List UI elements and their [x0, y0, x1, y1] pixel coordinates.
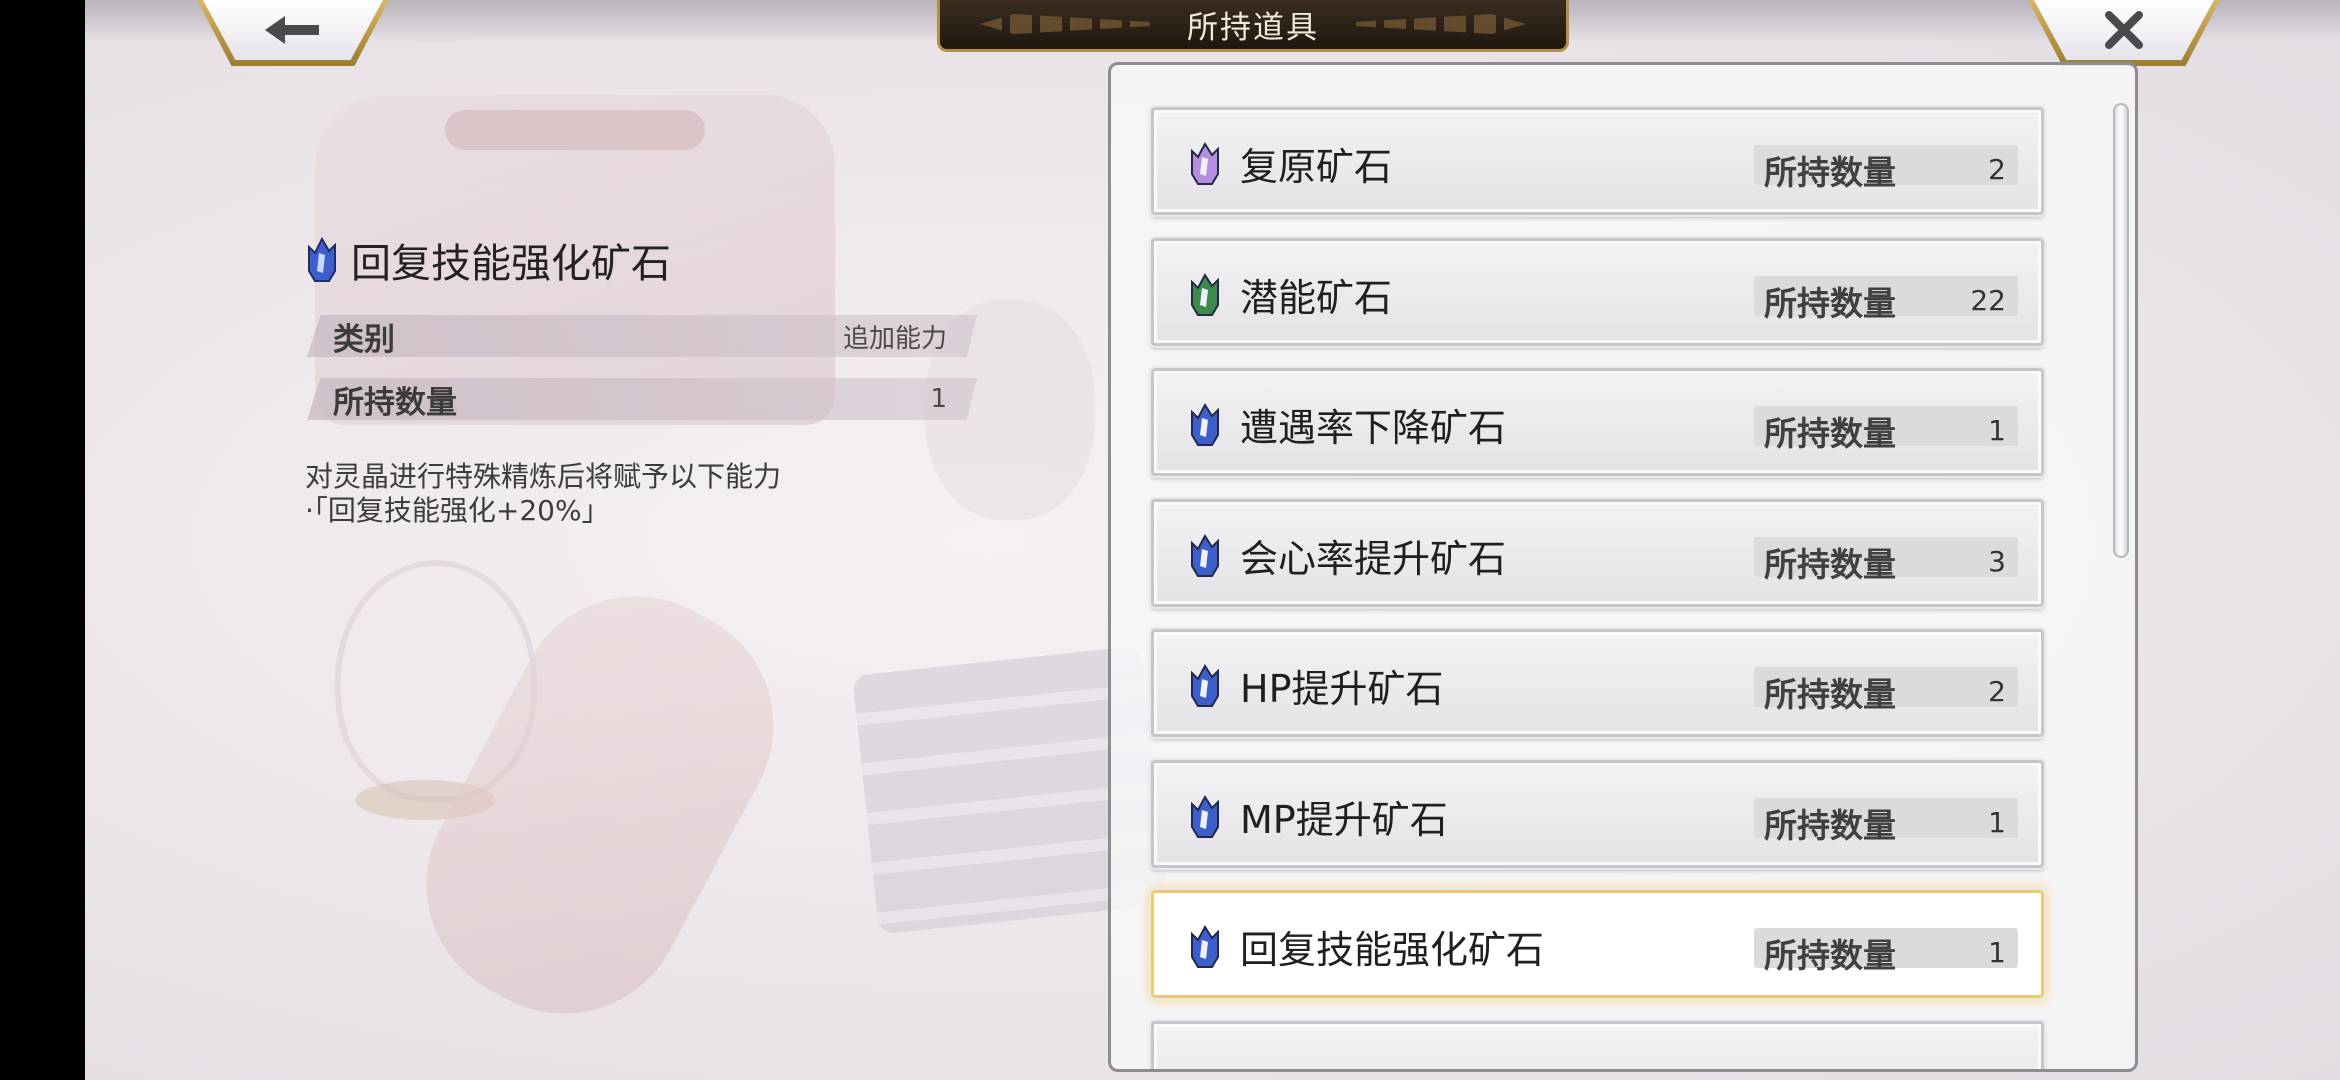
category-value: 追加能力 [842, 323, 947, 354]
item-detail-header: 回复技能强化矿石 [305, 230, 671, 290]
owned-count-box: 所持数量 22 [1754, 275, 2018, 323]
owned-count-label: 所持数量 [1764, 544, 1896, 584]
description-effect-line: ·「回复技能强化+20%」 [305, 494, 610, 527]
purple-crystal-icon [1191, 142, 1219, 185]
list-item[interactable]: MP提升矿石 所持数量 1 [1149, 757, 2046, 870]
close-button[interactable] [2028, 0, 2220, 66]
owned-count-value: 1 [1988, 414, 2006, 447]
owned-count-label: 所持数量 [1764, 414, 1896, 453]
category-row: 类别 追加能力 [307, 315, 977, 357]
blue-crystal-icon [1191, 794, 1219, 838]
blue-crystal-icon [1191, 403, 1219, 446]
owned-count-box: 所持数量 2 [1754, 667, 2018, 714]
game-screen: 所持道具 回复技能强化矿石 类别 追加能力 所持数量 1 对灵晶进行特殊精炼后将… [85, 0, 2340, 1080]
item-name: MP提升矿石 [1240, 797, 1448, 842]
item-name: 回复技能强化矿石 [1240, 928, 1545, 972]
item-name: 潜能矿石 [1240, 275, 1393, 320]
category-label: 类别 [333, 321, 395, 358]
list-item[interactable]: 遭遇率下降矿石 所持数量 1 [1149, 366, 2046, 478]
blue-crystal-icon [1191, 925, 1219, 968]
list-scrollbar[interactable] [2113, 103, 2129, 558]
blue-crystal-icon [308, 237, 336, 282]
owned-count-box: 所持数量 3 [1754, 536, 2018, 584]
item-list-panel: 复原矿石 所持数量 2 潜能矿石 所持数量 22 遭遇率下降矿石 所持数量 1 会心率提升矿石 所持… [1108, 62, 2138, 1072]
list-item[interactable]: 回复技能强化矿石 所持数量 1 [1149, 888, 2046, 1000]
owned-count-value: 1 [1988, 805, 2006, 839]
owned-count-label: 所持数量 [1764, 936, 1896, 975]
item-name: 遭遇率下降矿石 [1240, 406, 1507, 450]
owned-count-box: 所持数量 1 [1754, 406, 2018, 453]
owned-count-label: 所持数量 [1764, 153, 1896, 192]
blue-crystal-icon [1191, 664, 1219, 707]
item-name: 会心率提升矿石 [1240, 536, 1507, 581]
owned-count-label: 所持数量 [1764, 805, 1896, 845]
close-x-icon [2105, 11, 2143, 49]
title-plate: 所持道具 [937, 0, 1569, 52]
owned-count-value: 1 [930, 384, 947, 414]
page-title: 所持道具 [1187, 10, 1319, 46]
owned-count-value: 2 [1988, 153, 2006, 186]
list-item-partial[interactable] [1149, 1018, 2046, 1069]
owned-count-value: 22 [1970, 283, 2006, 317]
owned-count-value: 3 [1988, 544, 2006, 578]
blue-crystal-icon [1191, 533, 1219, 577]
back-button[interactable] [197, 0, 389, 66]
item-name: HP提升矿石 [1240, 667, 1444, 711]
owned-count-label: 所持数量 [1764, 283, 1896, 323]
owned-count-box: 所持数量 1 [1754, 928, 2018, 975]
item-description: 对灵晶进行特殊精炼后将赋予以下能力 ·「回复技能强化+20%」 [305, 460, 781, 528]
owned-count-box: 所持数量 2 [1754, 145, 2018, 192]
owned-count-value: 2 [1988, 675, 2006, 708]
owned-count-value: 1 [1988, 936, 2006, 969]
owned-count-label: 所持数量 [1764, 675, 1896, 714]
green-crystal-icon [1191, 272, 1219, 316]
title-ornament-left [980, 14, 1150, 34]
owned-count-box: 所持数量 1 [1754, 797, 2018, 845]
item-name: 复原矿石 [1240, 145, 1393, 189]
back-arrow-icon [265, 16, 319, 44]
title-ornament-right [1356, 14, 1526, 34]
list-item[interactable]: 潜能矿石 所持数量 22 [1149, 235, 2046, 348]
owned-count-row: 所持数量 1 [307, 378, 977, 420]
list-item[interactable]: 会心率提升矿石 所持数量 3 [1149, 496, 2046, 609]
item-list[interactable]: 复原矿石 所持数量 2 潜能矿石 所持数量 22 遭遇率下降矿石 所持数量 1 会心率提升矿石 所持… [1111, 65, 2135, 1069]
item-detail-name: 回复技能强化矿石 [351, 241, 671, 287]
list-item[interactable]: 复原矿石 所持数量 2 [1149, 105, 2046, 217]
background-bag-strap [445, 110, 705, 150]
list-item[interactable]: HP提升矿石 所持数量 2 [1149, 627, 2046, 739]
owned-count-label: 所持数量 [333, 384, 457, 421]
description-line: 对灵晶进行特殊精炼后将赋予以下能力 [305, 460, 782, 493]
